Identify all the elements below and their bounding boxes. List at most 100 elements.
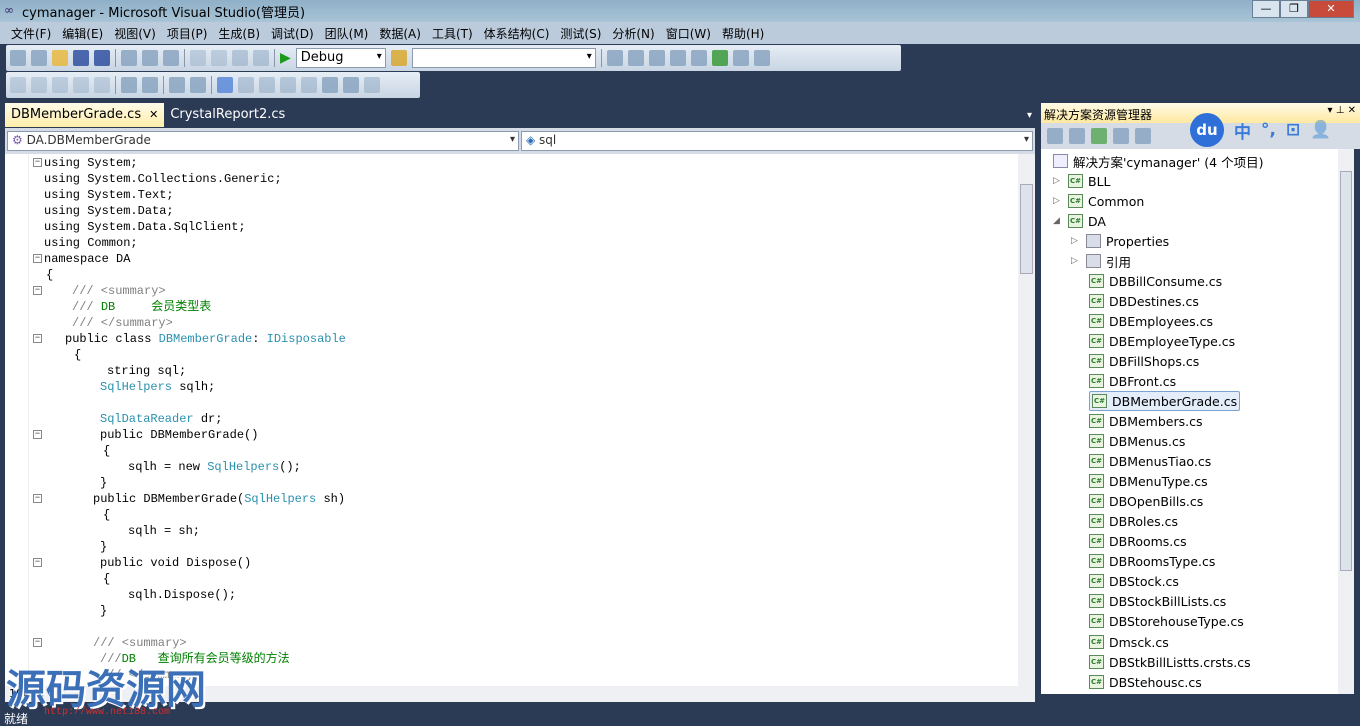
next-bookmark-doc-icon[interactable]	[343, 77, 359, 93]
menu-item[interactable]: 生成(B)	[213, 22, 265, 44]
navigate-backward-icon[interactable]	[232, 50, 248, 66]
ime-punctuation[interactable]: °,	[1261, 120, 1276, 140]
collapsed-arrow-icon[interactable]: ▷	[1053, 176, 1063, 186]
collapsed-arrow-icon[interactable]: ▷	[1071, 256, 1081, 266]
tools-icon[interactable]	[690, 50, 707, 66]
panel-pin-icon[interactable]: ▾ ⊥ ✕	[1328, 105, 1356, 116]
increase-indent-icon[interactable]	[142, 77, 158, 93]
menu-item[interactable]: 帮助(H)	[717, 22, 769, 44]
scroll-thumb[interactable]	[1340, 171, 1352, 571]
extension-icon[interactable]	[732, 50, 749, 66]
tree-node[interactable]: C# DBRoomsType.cs	[1089, 551, 1215, 571]
tree-node[interactable]: ▷ Properties	[1071, 231, 1169, 251]
solution-scrollbar[interactable]	[1338, 149, 1354, 694]
close-tab-icon[interactable]: ✕	[149, 108, 158, 121]
prev-bookmark-doc-icon[interactable]	[322, 77, 338, 93]
tab-dbmembergrade[interactable]: DBMemberGrade.cs ✕	[5, 103, 165, 127]
menu-item[interactable]: 窗口(W)	[661, 22, 716, 44]
paste-icon[interactable]	[163, 50, 179, 66]
solution-config-dropdown[interactable]: Debug	[295, 48, 386, 68]
tree-node[interactable]: C# DBDestines.cs	[1089, 291, 1199, 311]
ime-user-icon[interactable]: 👤	[1310, 120, 1331, 140]
display-params-icon[interactable]	[94, 77, 110, 93]
quick-info-icon[interactable]	[52, 77, 68, 93]
tree-node[interactable]: C# DBMembers.cs	[1089, 411, 1203, 431]
tree-node[interactable]: C# DBRooms.cs	[1089, 531, 1187, 551]
minimize-button[interactable]: —	[1252, 0, 1280, 18]
maximize-button[interactable]: ❐	[1280, 0, 1308, 18]
cut-icon[interactable]	[121, 50, 137, 66]
tree-node[interactable]: C# DBOpenBills.cs	[1089, 491, 1203, 511]
collapse-icon[interactable]: −	[33, 158, 42, 167]
tree-node[interactable]: 解决方案'cymanager' (4 个项目)	[1053, 151, 1263, 171]
view-code-icon[interactable]	[1113, 128, 1129, 144]
ime-toolbar[interactable]: du 中 °, ⊡ 👤	[1190, 113, 1331, 147]
tree-node[interactable]: C# DBMenusTiao.cs	[1089, 451, 1211, 471]
complete-word-icon[interactable]	[73, 77, 89, 93]
more-options-icon[interactable]	[753, 50, 770, 66]
redo-icon[interactable]	[211, 50, 227, 66]
clear-bookmarks-icon[interactable]	[364, 77, 380, 93]
toolbox-icon[interactable]	[669, 50, 686, 66]
save-icon[interactable]	[73, 50, 89, 66]
uncomment-icon[interactable]	[190, 77, 206, 93]
menu-item[interactable]: 文件(F)	[6, 22, 56, 44]
parameter-info-icon[interactable]	[31, 77, 47, 93]
collapsed-arrow-icon[interactable]: ▷	[1071, 236, 1081, 246]
editor-vertical-scrollbar[interactable]	[1018, 154, 1035, 686]
type-dropdown[interactable]: ⚙ DA.DBMemberGrade	[7, 131, 519, 151]
tree-node[interactable]: C# DBFillShops.cs	[1089, 351, 1199, 371]
menu-item[interactable]: 分析(N)	[607, 22, 659, 44]
expanded-arrow-icon[interactable]: ◢	[1053, 216, 1063, 226]
tree-node[interactable]: C# DBMenuType.cs	[1089, 471, 1208, 491]
tree-node[interactable]: ▷ C# Common	[1053, 191, 1144, 211]
start-page-icon[interactable]	[711, 50, 728, 66]
tree-node[interactable]: ◢ C# DA	[1053, 211, 1106, 231]
solution-explorer-icon[interactable]	[606, 50, 623, 66]
member-dropdown[interactable]: ◈ sql	[521, 131, 1033, 151]
tree-node[interactable]: C# DBBillConsume.cs	[1089, 271, 1222, 291]
collapse-icon[interactable]: −	[33, 558, 42, 567]
save-all-icon[interactable]	[94, 50, 110, 66]
tree-node[interactable]: C# DBStock.cs	[1089, 571, 1179, 591]
tab-list-dropdown-icon[interactable]: ▾	[1021, 104, 1038, 127]
menu-item[interactable]: 团队(M)	[320, 22, 374, 44]
scroll-thumb[interactable]	[1020, 184, 1033, 274]
add-item-icon[interactable]	[31, 50, 47, 66]
properties-icon[interactable]	[1069, 128, 1085, 144]
prev-bookmark-icon[interactable]	[238, 77, 254, 93]
properties-icon[interactable]	[627, 50, 644, 66]
collapse-icon[interactable]: −	[33, 430, 42, 439]
show-all-files-icon[interactable]	[1047, 128, 1063, 144]
tree-node[interactable]: C# DBEmployeeType.cs	[1089, 331, 1235, 351]
menu-item[interactable]: 数据(A)	[374, 22, 426, 44]
tree-node[interactable]: C# DBMenus.cs	[1089, 431, 1185, 451]
tree-node[interactable]: C# DBMemberGrade.cs	[1089, 391, 1241, 411]
tab-crystalreport2[interactable]: CrystalReport2.cs	[164, 103, 291, 127]
tree-node[interactable]: C# DBStockBillLists.cs	[1089, 591, 1226, 611]
collapse-icon[interactable]: −	[33, 638, 42, 647]
find-in-files-icon[interactable]	[390, 50, 407, 66]
collapse-icon[interactable]: −	[33, 286, 42, 295]
prev-bookmark-folder-icon[interactable]	[280, 77, 296, 93]
decrease-indent-icon[interactable]	[121, 77, 137, 93]
tree-node[interactable]: ▷ C# BLL	[1053, 171, 1111, 191]
comment-out-icon[interactable]	[169, 77, 185, 93]
ime-chinese-mode[interactable]: 中	[1234, 118, 1251, 143]
open-file-icon[interactable]	[52, 50, 68, 66]
tree-node[interactable]: C# DBFront.cs	[1089, 371, 1176, 391]
undo-icon[interactable]	[190, 50, 206, 66]
next-bookmark-icon[interactable]	[259, 77, 275, 93]
class-diagram-icon[interactable]	[1135, 128, 1151, 144]
tree-node[interactable]: C# Dmsck.cs	[1089, 632, 1169, 652]
collapse-icon[interactable]: −	[33, 494, 42, 503]
start-debugging-icon[interactable]: ▶	[280, 50, 291, 66]
collapsed-arrow-icon[interactable]: ▷	[1053, 196, 1063, 206]
collapse-icon[interactable]: −	[33, 254, 42, 263]
menu-item[interactable]: 工具(T)	[427, 22, 478, 44]
tree-node[interactable]: C# DBRoles.cs	[1089, 511, 1178, 531]
refresh-icon[interactable]	[1091, 128, 1107, 144]
tree-node[interactable]: C# DBStorehouseType.cs	[1089, 611, 1244, 631]
menu-item[interactable]: 体系结构(C)	[479, 22, 555, 44]
navigate-forward-icon[interactable]	[253, 50, 269, 66]
